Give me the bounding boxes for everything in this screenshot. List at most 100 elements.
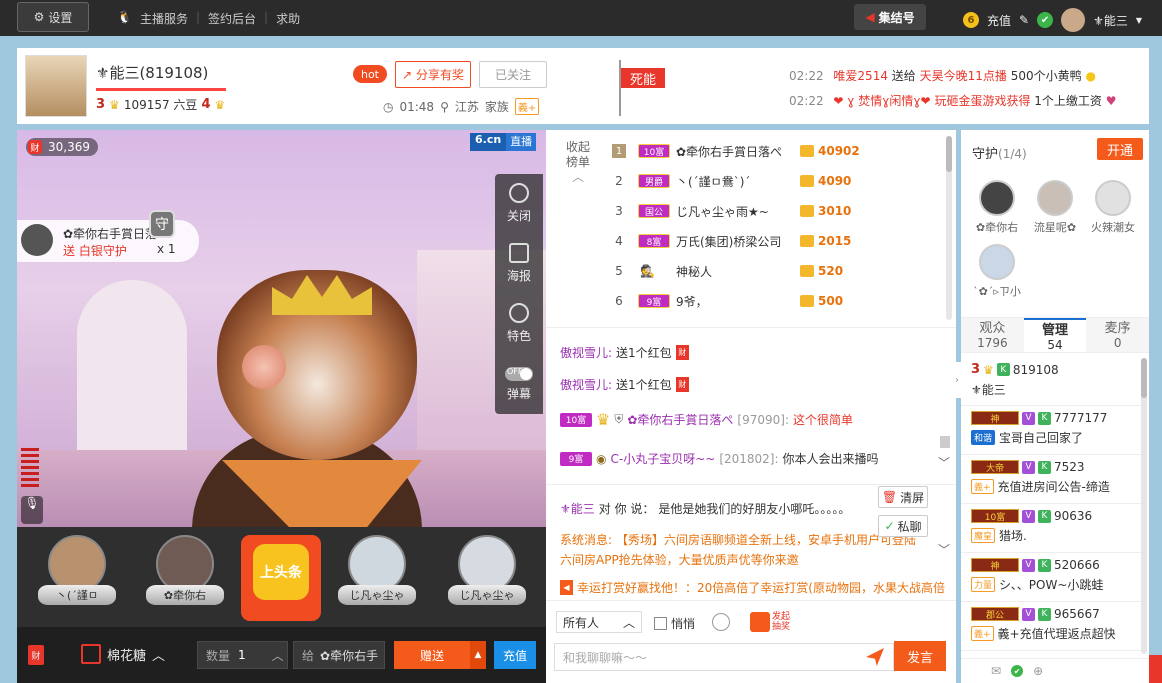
settings-button[interactable]: ⚙ 设置 <box>17 2 89 32</box>
link-sign-backend[interactable]: 签约后台 <box>208 10 256 27</box>
jijie-button[interactable]: ◀ 集结号 <box>854 4 926 30</box>
admin-item[interactable]: 神 V K 520666 力量 シ、、POW~小跳蛙 <box>961 554 1141 602</box>
fan-avatar-item[interactable]: じ凡ゃ尘ゃ <box>337 535 417 621</box>
quantity-field[interactable]: 数量 1 ︿ <box>197 641 288 669</box>
lottery-button[interactable]: 发起 抽奖 <box>750 610 798 634</box>
user-name[interactable]: ⚜能三 <box>1093 12 1128 29</box>
wealth-icon[interactable]: 财 <box>28 645 44 665</box>
feature-button[interactable]: 特色 <box>495 294 543 354</box>
scroll-thumb[interactable] <box>946 136 952 172</box>
guard-avatar-item[interactable]: ✿牵你右 <box>969 180 1025 235</box>
chat-user[interactable]: ✿牵你右手賞日落ぺ <box>627 411 733 428</box>
fan-avatar-item[interactable]: ✿牵你右 <box>145 535 225 621</box>
broadcast-time: 02:22 <box>789 94 824 108</box>
broadcast-target[interactable]: 天昊今晚11点播 <box>920 69 1007 83</box>
guard-count: (1/4) <box>998 147 1027 161</box>
scrollbar[interactable] <box>946 136 952 320</box>
chat-target-select[interactable]: 所有人 ︿ <box>556 611 642 633</box>
admin-item[interactable]: 10富 V K 90636 魔皇 猎场. <box>961 505 1141 553</box>
chat-text: 送1个红包 <box>616 346 672 360</box>
rank-user[interactable]: 丶(ˊ謹ㅁ鴦ˋ)ˊ <box>676 173 796 190</box>
rank-row[interactable]: 2 男爵 丶(ˊ謹ㅁ鴦ˋ)ˊ 4090 <box>608 166 938 196</box>
rank-row[interactable]: 4 8富 万氏(集团)桥梁公司 2015 <box>608 226 938 256</box>
chevron-down-icon[interactable]: ▼ <box>1136 16 1142 25</box>
collapse-rank-button[interactable]: 收起 榜单 ︿ <box>560 140 596 185</box>
recharge-button[interactable]: 充值 <box>494 641 536 669</box>
chevron-down-icon[interactable]: ﹀ <box>938 454 950 471</box>
zoom-icon[interactable]: ⊕ <box>1033 664 1043 678</box>
fan-avatar-item[interactable]: 丶(ˊ謹ㅁ <box>37 535 117 621</box>
chevron-up-icon[interactable]: ︿ <box>384 647 385 664</box>
share-button[interactable]: ↗ 分享有奖 <box>395 61 471 88</box>
panel-footer: ✉ ✔ ⊕ <box>961 658 1149 683</box>
rank-row[interactable]: 6 9富 9爷， 500 <box>608 286 938 316</box>
rank-user[interactable]: 万氏(集团)桥梁公司 <box>676 233 796 250</box>
video-player[interactable]: 财 30,369 6.cn 直播 ✿牵你右手賞日落ぺ 送 白银守护 x 1 守 … <box>17 130 546 527</box>
scroll-thumb[interactable] <box>1141 358 1147 398</box>
admin-name: 猎场. <box>999 529 1027 543</box>
rank-row[interactable]: 5 🕵 神秘人 520 <box>608 256 938 286</box>
send-gift-button[interactable]: 赠送 ▲ <box>394 641 486 669</box>
admin-item[interactable]: 神 V K 7777177 和谐 宝哥自己回家了 <box>961 407 1141 455</box>
scrollbar[interactable] <box>1141 358 1147 654</box>
admin-item[interactable]: 大帝 V K 7523 義+ 充值进房间公告-缔造 <box>961 456 1141 504</box>
rank-user[interactable]: 9爷， <box>676 293 796 310</box>
rank-user[interactable]: ✿牵你右手賞日落ぺ <box>676 143 796 160</box>
headline-item[interactable]: 上头条 <box>241 535 321 621</box>
rank-user[interactable]: じ凡ゃ尘ゃ雨★~ <box>676 203 796 220</box>
rank-row[interactable]: 3 国公 じ凡ゃ尘ゃ雨★~ 3010 <box>608 196 938 226</box>
quantity-value[interactable]: 1 <box>238 648 246 662</box>
follow-button[interactable]: 已关注 <box>479 61 547 88</box>
open-guard-button[interactable]: 开通 <box>1097 138 1143 160</box>
anchor-avatar[interactable] <box>25 55 87 117</box>
clear-screen-button[interactable]: 🗑 清屏 <box>878 486 928 508</box>
toggle-switch[interactable]: OFF <box>505 366 533 381</box>
chat-user[interactable]: C-小丸子宝贝呀~~ <box>610 450 715 467</box>
guard-avatar-item[interactable]: ˋ✿ˊ▹ㄗ小 <box>969 244 1025 299</box>
broadcast-verb: 玩砸金蛋游戏获得 <box>934 94 1031 108</box>
checkbox[interactable] <box>654 617 667 630</box>
side-tab[interactable] <box>1149 655 1162 683</box>
close-video-button[interactable]: 关闭 <box>495 174 543 234</box>
danmaku-toggle[interactable]: OFF 弹幕 <box>495 354 543 414</box>
edit-icon[interactable]: ✎ <box>1019 13 1029 27</box>
scroll-thumb[interactable] <box>940 436 950 448</box>
volume-meter[interactable] <box>21 448 39 488</box>
tab-audience[interactable]: 观众 1796 <box>961 318 1024 352</box>
recharge-link[interactable]: 充值 <box>987 12 1011 29</box>
guard-avatar-item[interactable]: 流星呢✿ <box>1027 180 1083 235</box>
whisper-checkbox[interactable]: 悄悄 <box>654 615 695 632</box>
ad-notice[interactable]: ◀ 幸运打赏好赢找他！：20倍高倍了幸运打赏(原动物园，水果大战高倍 <box>560 579 945 596</box>
microphone-icon[interactable]: 🎙 <box>21 496 43 524</box>
tab-admin[interactable]: 管理 54 <box>1023 318 1087 352</box>
chat-input[interactable]: 和我聊聊嘛～～ <box>554 643 894 671</box>
admin-item[interactable]: 郡公 V K 965667 義+ 義+充值代理返点超快 <box>961 603 1141 651</box>
rank-user[interactable]: 神秘人 <box>676 263 796 280</box>
send-message-button[interactable]: 发言 <box>894 641 946 671</box>
wealth-badge: 9富 <box>560 451 592 466</box>
guard-avatar-item[interactable]: 火辣潮女 <box>1085 180 1141 235</box>
link-help[interactable]: 求助 <box>276 10 300 27</box>
chevron-down-icon[interactable]: ﹀ <box>938 541 950 558</box>
chat-user[interactable]: 傲视雪儿: <box>560 376 612 393</box>
broadcast-user[interactable]: 唯爱2514 <box>833 69 888 83</box>
gift-selector[interactable]: 棉花糖 ︿ <box>81 644 165 664</box>
chevron-up-icon[interactable]: ︿ <box>272 647 284 664</box>
recipient-field[interactable]: 给 ✿牵你右手 ︿ <box>293 641 385 669</box>
emoji-icon[interactable] <box>712 613 730 631</box>
pm-user[interactable]: ⚜能三 <box>560 500 595 517</box>
poster-button[interactable]: 海报 <box>495 234 543 294</box>
admin-k-icon: K <box>1038 411 1051 425</box>
family-badge[interactable]: 義+ <box>514 98 540 115</box>
link-anchor-service[interactable]: 主播服务 <box>140 10 188 27</box>
mail-icon[interactable]: ✉ <box>991 664 1001 678</box>
broadcast-user[interactable]: ❤ ɣ 焚情ɣ闲情ɣ❤ <box>833 94 930 108</box>
private-chat-button[interactable]: ✓ 私聊 <box>878 515 928 537</box>
user-avatar[interactable] <box>1061 8 1086 32</box>
fan-avatar-item[interactable]: じ凡ゃ尘ゃ <box>447 535 527 621</box>
rank-row[interactable]: 1 10富 ✿牵你右手賞日落ぺ 40902 <box>608 136 938 166</box>
triangle-up-icon[interactable]: ▲ <box>470 641 486 669</box>
tab-queue[interactable]: 麦序 0 <box>1086 318 1149 352</box>
chat-user[interactable]: 傲视雪儿: <box>560 344 612 361</box>
admin-item[interactable]: 3 ♛ K 819108 ⚜能三 <box>961 358 1141 406</box>
